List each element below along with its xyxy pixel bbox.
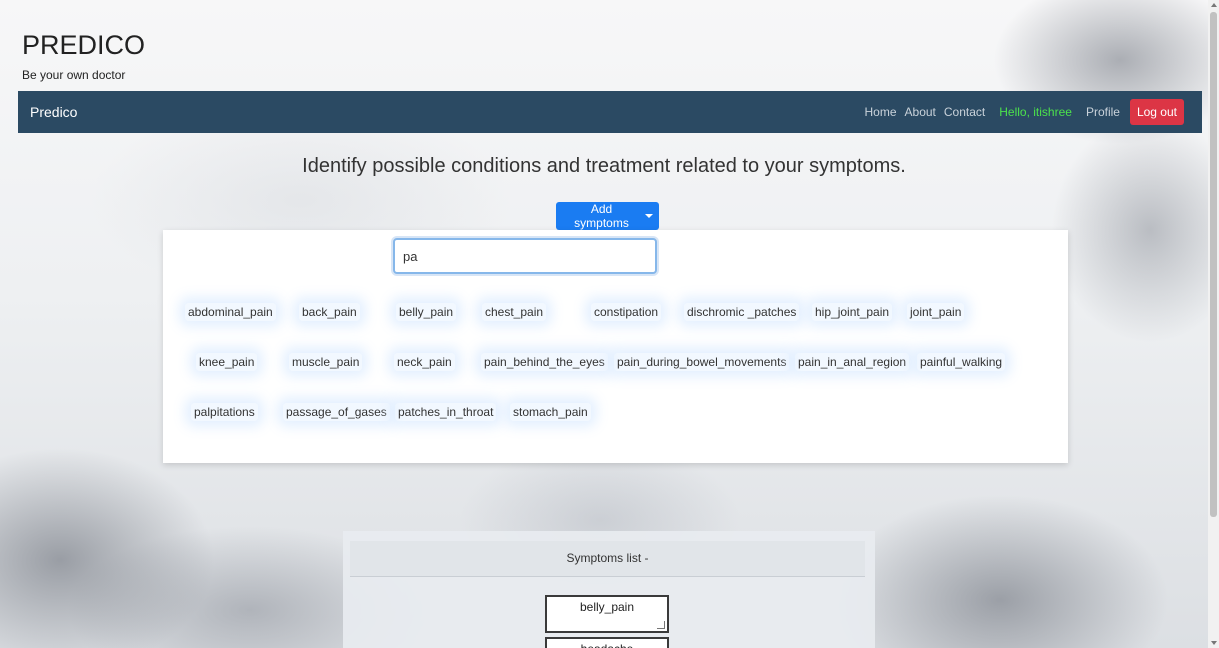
symptom-option[interactable]: pain_during_bowel_movements bbox=[614, 353, 790, 371]
nav-link-profile[interactable]: Profile bbox=[1086, 105, 1120, 119]
scrollbar-thumb[interactable] bbox=[1210, 12, 1217, 517]
nav-link-contact[interactable]: Contact bbox=[944, 105, 985, 119]
symptom-option[interactable]: chest_pain bbox=[482, 303, 547, 321]
symptom-option[interactable]: muscle_pain bbox=[289, 353, 363, 371]
symptom-option[interactable]: stomach_pain bbox=[510, 403, 591, 421]
nav-link-home[interactable]: Home bbox=[865, 105, 897, 119]
symptoms-list-panel: Symptoms list - belly_pain headache bbox=[343, 531, 875, 648]
selected-symptom-text: belly_pain bbox=[579, 600, 635, 614]
caret-down-icon bbox=[645, 214, 653, 218]
symptom-option[interactable]: belly_pain bbox=[396, 303, 457, 321]
symptom-option[interactable]: patches_in_throat bbox=[395, 403, 497, 421]
symptoms-dropdown: abdominal_pain back_pain belly_pain ches… bbox=[163, 230, 1068, 463]
symptom-option[interactable]: constipation bbox=[591, 303, 662, 321]
selected-symptom-box[interactable]: belly_pain bbox=[545, 595, 669, 633]
symptom-option[interactable]: joint_pain bbox=[907, 303, 965, 321]
site-tagline: Be your own doctor bbox=[22, 68, 126, 82]
page-headline: Identify possible conditions and treatme… bbox=[302, 155, 906, 177]
nav-link-about[interactable]: About bbox=[905, 105, 936, 119]
resize-grip-icon[interactable] bbox=[657, 621, 665, 629]
selected-symptom-box[interactable]: headache bbox=[545, 637, 669, 648]
symptom-option[interactable]: abdominal_pain bbox=[185, 303, 276, 321]
symptom-option[interactable]: hip_joint_pain bbox=[812, 303, 893, 321]
navbar-links: Home About Contact Hello, itishree Profi… bbox=[857, 99, 1184, 125]
symptom-option[interactable]: neck_pain bbox=[394, 353, 455, 371]
scroll-up-icon[interactable] bbox=[1211, 3, 1217, 7]
symptom-option[interactable]: palpitations bbox=[191, 403, 258, 421]
add-symptoms-label: Add symptoms bbox=[574, 202, 629, 230]
navbar: Predico Home About Contact Hello, itishr… bbox=[18, 91, 1202, 133]
symptom-search-input[interactable] bbox=[393, 238, 657, 274]
symptom-option[interactable]: passage_of_gases bbox=[283, 403, 390, 421]
symptom-option[interactable]: dischromic _patches bbox=[684, 303, 800, 321]
symptoms-list-header: Symptoms list - bbox=[350, 541, 865, 577]
symptom-option[interactable]: pain_behind_the_eyes bbox=[481, 353, 608, 371]
add-symptoms-button[interactable]: Add symptoms bbox=[556, 202, 659, 230]
scroll-down-icon[interactable] bbox=[1211, 641, 1217, 645]
site-title: PREDICO bbox=[22, 30, 146, 60]
symptom-option[interactable]: back_pain bbox=[299, 303, 360, 321]
logout-button[interactable]: Log out bbox=[1129, 99, 1184, 125]
symptom-option[interactable]: painful_walking bbox=[917, 353, 1006, 371]
selected-symptom-text: headache bbox=[581, 642, 634, 648]
page-scrollbar[interactable] bbox=[1208, 0, 1219, 648]
symptom-option[interactable]: pain_in_anal_region bbox=[795, 353, 910, 371]
site-header: PREDICO Be your own doctor bbox=[22, 28, 145, 82]
symptom-option[interactable]: knee_pain bbox=[196, 353, 258, 371]
user-greeting: Hello, itishree bbox=[999, 105, 1072, 119]
navbar-brand[interactable]: Predico bbox=[30, 104, 77, 120]
